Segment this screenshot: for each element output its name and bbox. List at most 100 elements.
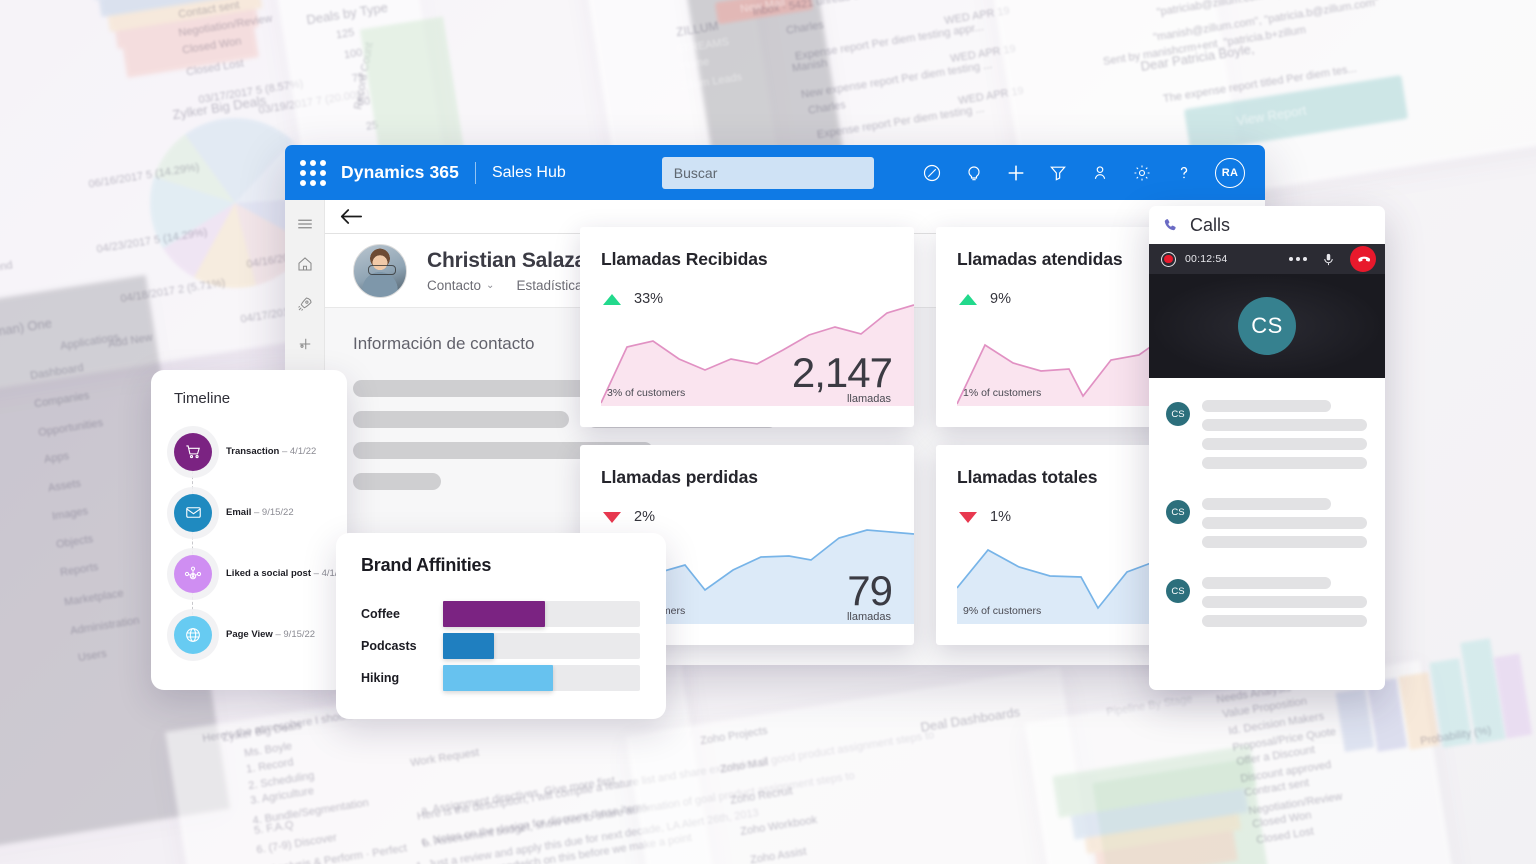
timeline-item-date: – 4/1/22	[281, 446, 317, 457]
search-input[interactable]: Buscar	[661, 156, 874, 189]
kpi-card-llamadas-recibidas[interactable]: Llamadas Recibidas 33% 3% of customers 2…	[580, 227, 914, 427]
envelope-icon	[174, 493, 212, 532]
kpi-unit: llamadas	[846, 611, 891, 623]
contact-tabs: Contacto ⌄ Estadísticas ⌄	[427, 278, 603, 293]
avatar: CS	[1166, 579, 1190, 603]
more-options-icon[interactable]	[1289, 257, 1307, 261]
calls-panel: Calls 00:12:54 CS CS CS CS	[1149, 206, 1385, 690]
bar-fill	[443, 665, 554, 691]
header-icon-group: RA	[921, 157, 1247, 188]
skeleton-line	[353, 473, 441, 490]
list-item: CS	[1166, 577, 1367, 634]
chevron-down-icon: ⌄	[486, 279, 495, 291]
bar-track	[443, 665, 640, 691]
app-launcher-icon[interactable]	[291, 159, 335, 186]
kpi-title: Llamadas perdidas	[601, 467, 758, 487]
bar-label: Coffee	[361, 607, 400, 621]
list-item-label: Transaction – 4/1/22	[226, 446, 316, 457]
kpi-title: Llamadas Recibidas	[601, 249, 768, 269]
timeline-item-date: – 9/15/22	[275, 629, 316, 640]
kpi-value: 2,147	[791, 349, 893, 397]
user-avatar[interactable]: RA	[1215, 157, 1245, 188]
gear-icon[interactable]	[1131, 162, 1153, 184]
list-item-label: Email – 9/15/22	[226, 507, 294, 518]
hamburger-menu-icon[interactable]	[295, 214, 315, 234]
call-transcript-list: CS CS CS	[1149, 378, 1385, 634]
help-icon[interactable]	[1173, 162, 1195, 184]
tab-estadisticas-label: Estadísticas	[516, 277, 590, 293]
calls-header: Calls	[1149, 206, 1385, 244]
call-controls	[1289, 246, 1376, 272]
list-item: CS	[1166, 498, 1367, 555]
calls-title: Calls	[1190, 214, 1231, 235]
search-placeholder: Buscar	[673, 164, 718, 181]
microphone-icon[interactable]	[1321, 252, 1336, 267]
home-icon[interactable]	[295, 254, 315, 274]
tab-contacto[interactable]: Contacto ⌄	[427, 278, 494, 293]
avatar: CS	[1166, 402, 1190, 426]
list-item-label: Page View – 9/15/22	[226, 629, 315, 640]
social-network-icon	[174, 554, 212, 593]
app-module-name: Sales Hub	[491, 163, 566, 181]
bar-row: Coffee	[361, 598, 640, 630]
kpi-footnote: 3% of customers	[607, 387, 686, 399]
timeline-panel: Timeline Transaction – 4/1/22 Email – 9/…	[151, 370, 348, 690]
timeline-item-title: Email	[226, 507, 252, 518]
call-timer: 00:12:54	[1185, 253, 1228, 265]
pinned-icon[interactable]	[295, 334, 315, 354]
brand-affinities-title: Brand Affinities	[361, 555, 492, 575]
tab-contacto-label: Contacto	[427, 277, 482, 293]
timeline-item-title: Liked a social post	[226, 568, 311, 579]
avatar: CS	[1166, 500, 1190, 524]
transcript-lines	[1202, 577, 1367, 634]
list-item[interactable]: Email – 9/15/22	[174, 482, 347, 543]
person-icon[interactable]	[1089, 162, 1111, 184]
app-header: Dynamics 365 Sales Hub Buscar RA	[285, 145, 1265, 200]
call-control-bar: 00:12:54	[1149, 244, 1385, 274]
brand-title: Dynamics 365	[341, 162, 459, 182]
brand-affinities-chart: Coffee Podcasts Hiking	[361, 598, 640, 694]
globe-icon	[174, 615, 212, 654]
filter-icon[interactable]	[1047, 162, 1069, 184]
kpi-value: 79	[847, 567, 893, 615]
brand-divider	[474, 161, 476, 184]
rocket-icon[interactable]	[295, 294, 315, 314]
skeleton-line	[353, 411, 569, 428]
list-item[interactable]: Liked a social post – 4/1/22	[174, 543, 348, 604]
timeline-connector	[192, 451, 193, 635]
transcript-lines	[1202, 400, 1367, 476]
back-arrow-icon[interactable]	[339, 207, 363, 226]
timeline-item-title: Page View	[226, 629, 273, 640]
bar-row: Hiking	[361, 662, 640, 694]
timeline-list: Transaction – 4/1/22 Email – 9/15/22 Lik…	[174, 421, 348, 665]
record-icon[interactable]	[1161, 251, 1176, 267]
timeline-title: Timeline	[174, 390, 231, 407]
timeline-item-title: Transaction	[226, 446, 280, 457]
avatar	[353, 243, 407, 298]
kpi-footnote: 9% of customers	[963, 605, 1042, 617]
hangup-icon[interactable]	[1350, 246, 1376, 272]
phone-icon	[1162, 217, 1179, 234]
call-video-stage: CS	[1149, 274, 1385, 378]
transcript-lines	[1202, 498, 1367, 555]
check-circle-icon[interactable]	[921, 162, 943, 184]
kpi-footnote: 1% of customers	[963, 387, 1042, 399]
list-item-label: Liked a social post – 4/1/22	[226, 568, 348, 579]
bar-row: Podcasts	[361, 630, 640, 662]
list-item: CS	[1166, 400, 1367, 476]
list-item[interactable]: Page View – 9/15/22	[174, 604, 347, 665]
bar-fill	[443, 633, 495, 659]
page-title: Christian Salazar	[427, 248, 594, 272]
list-item[interactable]: Transaction – 4/1/22	[174, 421, 347, 482]
bar-track	[443, 601, 640, 627]
bar-fill	[443, 601, 546, 627]
kpi-unit: llamadas	[846, 393, 891, 405]
shopping-cart-icon	[174, 432, 212, 471]
plus-icon[interactable]	[1005, 162, 1027, 184]
bar-track	[443, 633, 640, 659]
lightbulb-icon[interactable]	[963, 162, 985, 184]
bar-label: Podcasts	[361, 639, 417, 653]
brand-affinities-panel: Brand Affinities Coffee Podcasts Hiking	[336, 533, 666, 719]
call-participant-avatar: CS	[1238, 297, 1296, 355]
timeline-item-date: – 9/15/22	[254, 507, 294, 518]
